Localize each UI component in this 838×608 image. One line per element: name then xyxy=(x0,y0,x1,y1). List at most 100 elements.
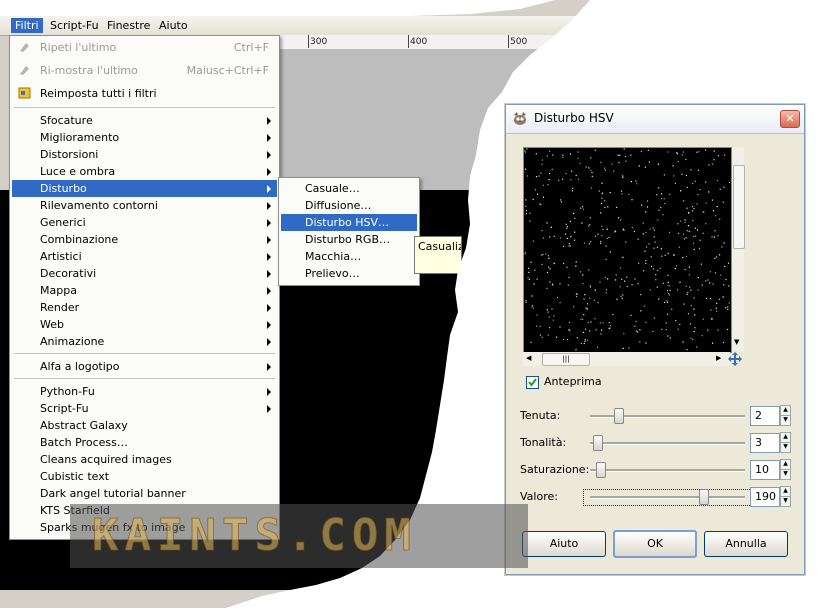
noise-dot xyxy=(661,193,663,195)
noise-dot xyxy=(714,215,717,217)
vertical-scrollbar[interactable]: ▼ xyxy=(732,147,745,351)
noise-dot xyxy=(635,330,637,332)
arrow-down-icon[interactable]: ▼ xyxy=(734,338,739,346)
noise-dot xyxy=(626,276,628,278)
noise-dot xyxy=(569,245,571,247)
spin-value: 10 xyxy=(755,463,769,476)
noise-dot xyxy=(566,227,568,229)
noise-dot xyxy=(568,276,570,278)
slider-track[interactable] xyxy=(590,469,745,472)
noise-dot xyxy=(693,331,695,333)
noise-dot xyxy=(638,262,640,264)
value-spinbox[interactable]: 3 xyxy=(750,433,780,453)
noise-dot xyxy=(694,327,696,329)
noise-dot xyxy=(716,179,719,182)
noise-dot xyxy=(696,151,698,153)
noise-dot xyxy=(672,165,674,167)
noise-dot xyxy=(532,240,534,242)
noise-dot xyxy=(605,245,607,247)
noise-dot xyxy=(705,181,707,183)
noise-dot xyxy=(539,334,541,336)
noise-dot xyxy=(525,301,527,303)
noise-dot xyxy=(679,281,681,283)
close-button[interactable]: ✕ xyxy=(780,110,800,128)
noise-dot xyxy=(646,200,649,202)
noise-dot xyxy=(594,318,596,320)
noise-dot xyxy=(548,150,551,153)
noise-dot xyxy=(625,160,627,162)
value-spinbox[interactable]: 2 xyxy=(750,406,780,426)
noise-dot xyxy=(548,266,550,268)
noise-dot xyxy=(604,276,606,279)
value-spinbox[interactable]: 190 xyxy=(750,487,780,507)
ok-button[interactable]: OK xyxy=(613,530,697,558)
slider-track[interactable] xyxy=(583,489,752,506)
spin-down-icon[interactable]: ▼ xyxy=(780,469,791,480)
noise-dot xyxy=(623,333,625,335)
noise-dot xyxy=(605,258,607,260)
noise-dot xyxy=(727,262,730,264)
slider-track[interactable] xyxy=(590,442,745,445)
param-row-saturazione: Saturazione: 10 ▲ ▼ xyxy=(520,459,795,481)
slider-knob[interactable] xyxy=(698,489,709,505)
noise-dot xyxy=(569,153,572,155)
help-button[interactable]: Aiuto xyxy=(522,531,606,557)
noise-dot xyxy=(639,329,641,331)
preview-checkbox[interactable] xyxy=(526,376,539,389)
noise-dot xyxy=(536,193,539,195)
slider-knob[interactable] xyxy=(592,435,603,451)
noise-dot xyxy=(682,256,684,259)
slider-knob[interactable] xyxy=(595,462,606,478)
noise-dot xyxy=(662,282,664,284)
arrow-left-icon[interactable]: ◀ xyxy=(526,354,531,362)
noise-dot xyxy=(630,314,632,316)
noise-dot xyxy=(705,149,707,151)
noise-dot xyxy=(677,160,679,163)
noise-dot xyxy=(625,241,627,243)
noise-dot xyxy=(579,162,581,164)
noise-dot xyxy=(723,284,725,286)
arrow-right-icon[interactable]: ▶ xyxy=(716,354,721,362)
noise-dot xyxy=(529,212,531,214)
scrollbar-thumb[interactable]: ||| xyxy=(542,353,590,366)
spin-down-icon[interactable]: ▼ xyxy=(780,496,791,507)
noise-dot xyxy=(713,159,715,161)
noise-dot xyxy=(701,335,703,337)
dialog-titlebar[interactable]: Disturbo HSV ✕ xyxy=(506,105,804,134)
spin-down-icon[interactable]: ▼ xyxy=(780,415,791,426)
noise-dot xyxy=(586,308,588,310)
noise-dot xyxy=(705,280,707,282)
noise-dot xyxy=(685,237,687,239)
noise-dot xyxy=(621,297,623,299)
noise-dot xyxy=(595,329,597,331)
noise-dot xyxy=(619,154,621,156)
noise-dot xyxy=(622,175,624,177)
noise-dot xyxy=(548,257,550,259)
navigate-icon[interactable] xyxy=(728,352,742,366)
spin-down-icon[interactable]: ▼ xyxy=(780,442,791,453)
preview-area[interactable] xyxy=(523,147,732,353)
noise-dot xyxy=(630,154,632,156)
noise-dot xyxy=(690,305,692,307)
horizontal-scrollbar[interactable]: ◀ ||| ▶ xyxy=(523,352,730,366)
noise-dot xyxy=(583,242,586,244)
noise-dot xyxy=(601,225,603,227)
noise-dot xyxy=(724,265,726,268)
noise-dot xyxy=(613,170,615,172)
noise-dot xyxy=(666,313,669,315)
noise-dot xyxy=(611,163,613,165)
cancel-button[interactable]: Annulla xyxy=(704,531,788,557)
noise-dot xyxy=(688,211,690,214)
noise-dot xyxy=(525,210,528,212)
value-spinbox[interactable]: 10 xyxy=(750,460,780,480)
noise-dot xyxy=(586,303,589,305)
noise-dot xyxy=(542,184,544,186)
noise-dot xyxy=(541,263,543,265)
noise-dot xyxy=(560,199,562,201)
noise-dot xyxy=(713,236,715,238)
noise-dot xyxy=(709,282,711,284)
slider-knob[interactable] xyxy=(613,408,624,424)
scrollbar-thumb[interactable] xyxy=(733,165,745,249)
noise-dot xyxy=(697,276,699,279)
noise-dot xyxy=(642,222,644,224)
